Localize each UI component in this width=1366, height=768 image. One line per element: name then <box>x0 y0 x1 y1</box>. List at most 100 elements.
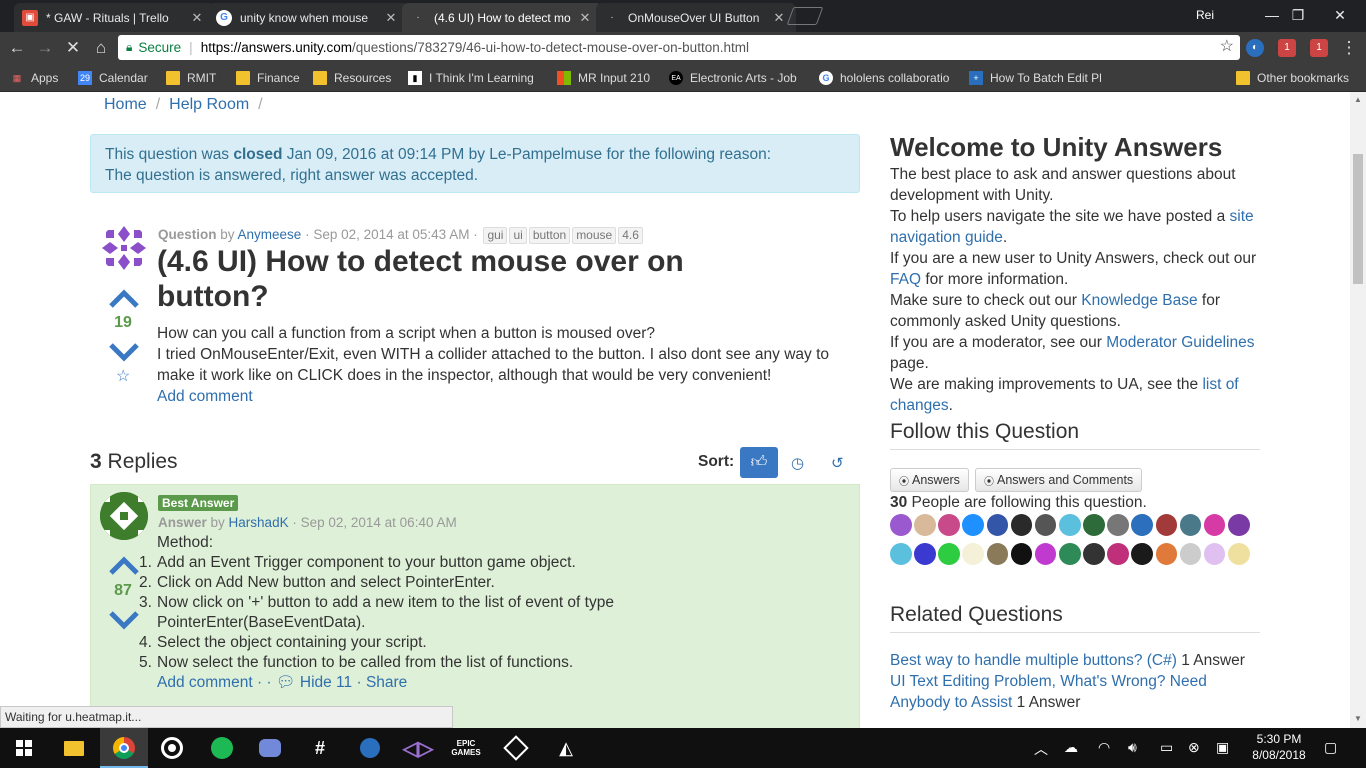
slack-icon[interactable]: # <box>306 734 334 762</box>
bookmark-learning[interactable]: ▮ I Think I'm Learning <box>408 69 534 87</box>
wifi-icon[interactable]: ◠ <box>1098 739 1110 756</box>
bookmark-calendar[interactable]: 29 Calendar <box>78 69 148 87</box>
breadcrumb-help-room[interactable]: Help Room <box>169 96 249 113</box>
address-bar[interactable]: 🔒︎ Secure | https://answers.unity.com /q… <box>118 35 1240 60</box>
onedrive-cloud-icon[interactable]: ☁ <box>1064 739 1078 756</box>
share-link[interactable]: Share <box>366 674 407 691</box>
scroll-up-icon[interactable]: ▲ <box>1354 95 1362 104</box>
follower-avatar[interactable] <box>1034 543 1057 565</box>
disconnected-icon[interactable]: ⊗ <box>1188 739 1200 756</box>
question-author-avatar[interactable] <box>100 224 148 272</box>
upvote-icon[interactable] <box>108 289 140 309</box>
tag-4-6[interactable]: 4.6 <box>618 227 643 244</box>
favorite-star-icon[interactable]: ☆ <box>116 366 130 386</box>
menu-icon[interactable]: ⋮ <box>1338 37 1360 59</box>
tab-google-search[interactable]: G unity know when mouse ✕ <box>208 3 408 32</box>
scroll-thumb[interactable] <box>1353 154 1363 284</box>
battery-icon[interactable]: ▭ <box>1160 739 1173 756</box>
answer-add-comment-link[interactable]: Add comment <box>157 674 253 691</box>
follower-avatar[interactable] <box>1203 543 1226 565</box>
follower-avatar[interactable] <box>1010 514 1033 536</box>
stop-icon[interactable]: ✕ <box>62 37 84 59</box>
follower-avatar[interactable] <box>914 514 936 536</box>
close-window-icon[interactable]: ✕ <box>1320 4 1360 26</box>
follower-avatar[interactable] <box>1179 514 1202 536</box>
new-tab-button[interactable] <box>786 7 824 25</box>
question-add-comment-link[interactable]: Add comment <box>157 388 253 405</box>
bookmark-mr-input[interactable]: MR Input 210 <box>557 69 650 87</box>
restore-icon[interactable]: ❐ <box>1278 4 1318 26</box>
sort-by-votes-button[interactable]: 👍︎ <box>740 447 778 478</box>
extension-icon[interactable]: 1 <box>1310 39 1328 57</box>
follower-avatar[interactable] <box>1203 514 1226 536</box>
clock-time[interactable]: 5:30 PM <box>1255 732 1303 746</box>
tag-button[interactable]: button <box>528 227 571 244</box>
follower-avatar[interactable] <box>938 514 960 536</box>
follower-avatar[interactable] <box>1131 514 1154 536</box>
upvote-icon[interactable] <box>108 556 140 576</box>
clock-date[interactable]: 8/08/2018 <box>1250 748 1308 762</box>
bookmark-finance[interactable]: Finance <box>236 69 300 87</box>
close-tab-icon[interactable]: ✕ <box>190 10 204 26</box>
follower-avatar[interactable] <box>986 543 1009 565</box>
bookmark-hololens[interactable]: Ghololens collaboratio <box>819 69 949 87</box>
sort-by-oldest-history-icon[interactable]: ↺ <box>831 454 844 472</box>
follower-avatar[interactable] <box>1058 543 1081 565</box>
follower-avatar[interactable] <box>1155 514 1178 536</box>
follower-avatar[interactable] <box>1083 543 1105 565</box>
profile-name[interactable]: Rei <box>1196 8 1214 22</box>
epic-games-icon[interactable]: EPIC GAMES <box>451 734 480 762</box>
windows-start-icon[interactable] <box>10 734 38 762</box>
close-tab-icon[interactable]: ✕ <box>578 10 592 26</box>
tab-unity-answers[interactable]: · (4.6 UI) How to detect mo ✕ <box>402 3 602 32</box>
tag-ui[interactable]: ui <box>509 227 527 244</box>
unity-icon[interactable]: ◭ <box>552 734 580 762</box>
tag-mouse[interactable]: mouse <box>572 227 617 244</box>
question-author-link[interactable]: Anymeese <box>238 227 302 242</box>
follower-avatar[interactable] <box>1034 514 1057 536</box>
sort-by-newest-clock-icon[interactable]: ◷ <box>791 454 804 472</box>
spotify-icon[interactable] <box>208 734 236 762</box>
follower-avatar[interactable] <box>1155 543 1178 565</box>
follower-avatar[interactable] <box>890 543 912 565</box>
bookmark-other[interactable]: Other bookmarks <box>1236 69 1349 87</box>
follower-avatar[interactable] <box>1227 543 1250 565</box>
follower-avatar[interactable] <box>1010 543 1033 565</box>
follower-avatar[interactable] <box>1131 543 1154 565</box>
bookmark-ea[interactable]: EA Electronic Arts - Job <box>669 69 797 87</box>
extension-icon[interactable]: ◐ <box>1246 39 1264 57</box>
follower-avatar[interactable] <box>1058 514 1081 536</box>
follow-answers-comments-button[interactable]: ⦿ Answers and Comments <box>975 468 1143 492</box>
app-tray-icon[interactable]: ▣ <box>1216 739 1229 756</box>
chrome-icon[interactable] <box>110 734 138 762</box>
follower-avatar[interactable] <box>986 514 1009 536</box>
bookmark-apps[interactable]: ▦ Apps <box>10 69 59 87</box>
follower-avatar[interactable] <box>1107 514 1129 536</box>
volume-icon[interactable]: 🔊︎ <box>1128 739 1137 756</box>
visual-studio-icon[interactable]: ◁▷ <box>403 734 434 762</box>
faq-link[interactable]: FAQ <box>890 271 921 288</box>
answer-author-avatar[interactable] <box>100 492 148 540</box>
follower-avatar[interactable] <box>962 514 985 536</box>
close-tab-icon[interactable]: ✕ <box>384 10 398 26</box>
bookmark-star-icon[interactable]: ☆ <box>1220 36 1234 56</box>
follower-avatar[interactable] <box>890 514 912 536</box>
tab-trello[interactable]: ▣ * GAW - Rituals | Trello ✕ <box>14 3 214 32</box>
breadcrumb-home[interactable]: Home <box>104 96 147 113</box>
answer-author-link[interactable]: HarshadK <box>229 515 289 530</box>
target-app-icon[interactable] <box>158 734 186 762</box>
page-scrollbar[interactable]: ▲ ▼ <box>1350 92 1366 728</box>
hide-comments-link[interactable]: Hide 11 <box>300 674 352 691</box>
bookmark-rmit[interactable]: RMIT <box>166 69 216 87</box>
unity-hub-icon[interactable] <box>502 734 530 762</box>
bookmark-resources[interactable]: Resources <box>313 69 391 87</box>
forward-icon[interactable]: → <box>34 37 56 59</box>
follower-avatar[interactable] <box>1227 514 1250 536</box>
follower-avatar[interactable] <box>1179 543 1202 565</box>
home-icon[interactable]: ⌂ <box>90 37 112 59</box>
downvote-icon[interactable] <box>108 342 140 362</box>
downvote-icon[interactable] <box>108 610 140 630</box>
notifications-icon[interactable]: ▢ <box>1324 739 1337 756</box>
moderator-guidelines-link[interactable]: Moderator Guidelines <box>1106 334 1254 351</box>
file-explorer-icon[interactable] <box>60 734 88 762</box>
